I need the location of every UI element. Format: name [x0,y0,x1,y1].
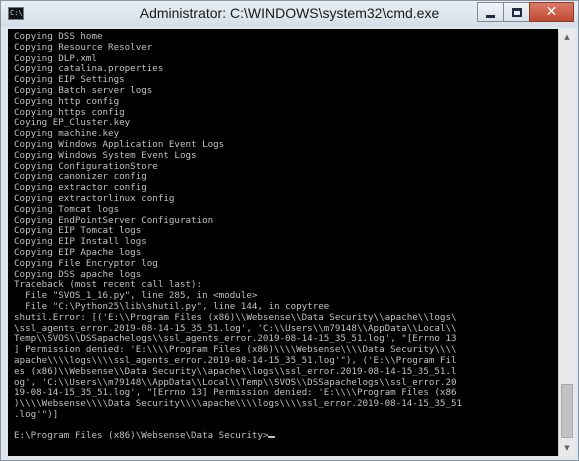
console-line: Copying Resource Resolver [14,41,153,53]
close-button[interactable]: ✕ [529,2,574,22]
vertical-scrollbar[interactable]: ▲ ▼ [558,29,575,456]
console-line: )\\\\Websense\\\\Data Security\\\\apache… [14,398,463,410]
minimize-button[interactable] [477,2,504,22]
command-prompt: E:\Program Files (x86)\Websense\Data Sec… [14,431,462,442]
close-icon: ✕ [545,4,558,20]
maximize-button[interactable] [503,2,530,22]
minimize-icon [486,14,495,18]
console-output[interactable]: Copying DSS home Copying Resource Resolve… [8,29,558,456]
title-bar[interactable]: C:\ Administrator: C:\WINDOWS\system32\c… [1,1,578,27]
console-line: shutil.Error: [('E:\\Program Files (x86)… [14,311,457,323]
console-line: Copying Windows System Event Logs [14,149,197,161]
console-line: Copying Tomcat logs [14,203,120,215]
window-controls: ✕ [477,2,574,22]
console-line: es (x86)\\Websense\\Data Security\\apach… [14,365,457,377]
scrollbar-thumb[interactable] [561,384,573,438]
console-line: .log'")] [14,408,59,420]
scroll-up-arrow-icon[interactable]: ▲ [559,29,575,45]
cmd-window: C:\ Administrator: C:\WINDOWS\system32\c… [0,0,579,461]
console-line: Copying File Encryptor log [14,257,158,269]
console-line: Copying http config [14,95,120,107]
console-lines: Copying DSS home Copying Resource Resolve… [14,31,463,442]
maximize-icon [511,7,522,17]
text-cursor [268,436,276,439]
scroll-down-arrow-icon[interactable]: ▼ [559,440,575,456]
